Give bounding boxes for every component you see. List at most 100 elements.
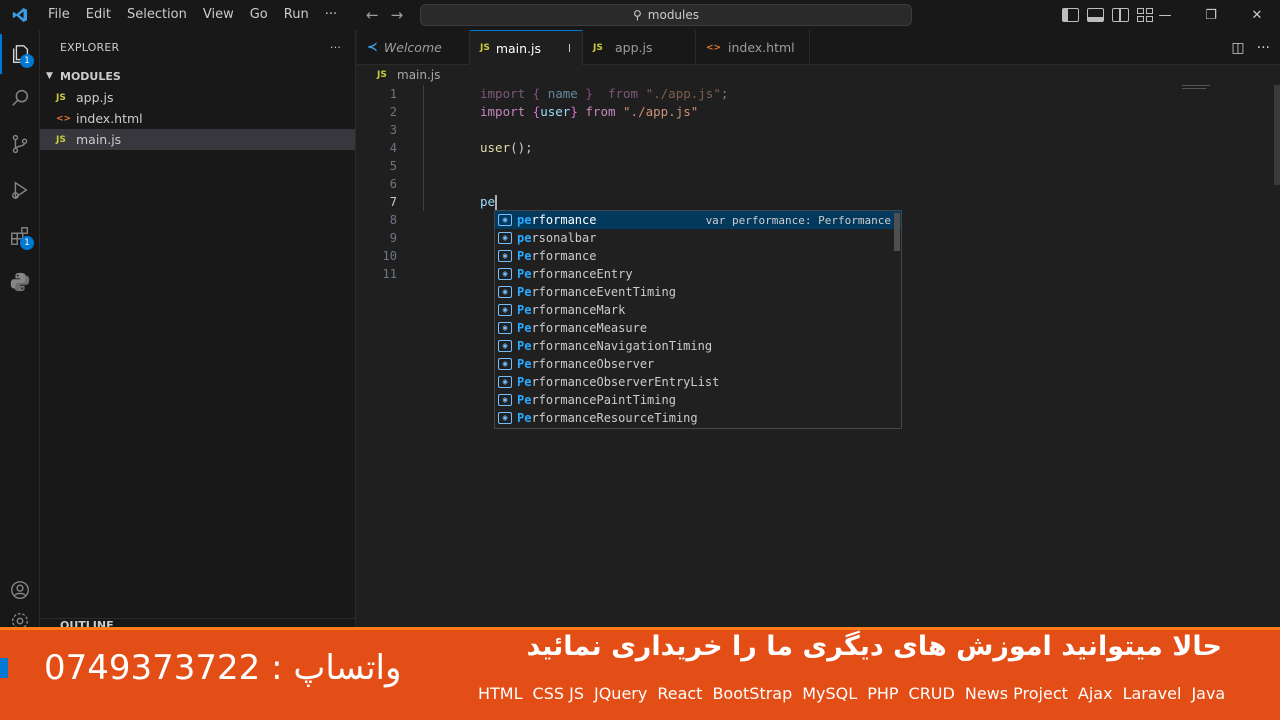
- suggest-match: Pe: [517, 249, 532, 263]
- menu-selection[interactable]: Selection: [119, 0, 195, 30]
- menu-go[interactable]: Go: [242, 0, 276, 30]
- suggest-item[interactable]: ◉ Pe rformanceMark: [495, 301, 901, 319]
- explorer-icon[interactable]: 1: [0, 34, 40, 74]
- code-line-2: import {user} from "./app.js": [480, 104, 699, 119]
- suggest-item[interactable]: ◉ Pe rformanceObserverEntryList: [495, 373, 901, 391]
- suggest-item[interactable]: ◉ Pe rformance: [495, 247, 901, 265]
- line-number: 4: [389, 141, 397, 155]
- code-line-1: import { name } from "./app.js";: [480, 86, 729, 101]
- indent-guide: [423, 85, 424, 211]
- minimap[interactable]: [1182, 85, 1212, 93]
- tech-list: HTML CSS JS JQuery React BootStrap MySQL PHP CR…: [478, 684, 1225, 703]
- back-arrow-icon[interactable]: ←: [366, 6, 379, 24]
- unsaved-dot-icon[interactable]: [569, 44, 570, 52]
- folder-section-modules[interactable]: ▼ MODULES: [40, 65, 355, 87]
- js-file-icon: JS: [480, 43, 490, 53]
- suggest-match: Pe: [517, 303, 532, 317]
- menu-more[interactable]: ···: [317, 0, 345, 30]
- source-control-icon[interactable]: [0, 124, 40, 164]
- menu-edit[interactable]: Edit: [78, 0, 119, 30]
- toggle-sidebar-icon[interactable]: [1062, 8, 1079, 22]
- toggle-secondary-sidebar-icon[interactable]: [1112, 8, 1129, 22]
- autocomplete-suggest-widget[interactable]: ◉ pe rformance var performance: Performance…: [494, 210, 902, 429]
- variable-symbol-icon: ◉: [498, 340, 512, 352]
- html-file-icon: <>: [56, 113, 72, 124]
- line-number: 6: [389, 177, 397, 191]
- suggest-item[interactable]: ◉ Pe rformanceEventTiming: [495, 283, 901, 301]
- tab-index-html[interactable]: <> index.html: [696, 30, 810, 65]
- suggest-match: Pe: [517, 285, 532, 299]
- tech-item: PHP: [867, 684, 899, 703]
- toggle-panel-icon[interactable]: [1087, 8, 1104, 22]
- suggest-match: pe: [517, 213, 532, 227]
- file-item-app-js[interactable]: JS app.js: [40, 87, 355, 108]
- menu-run[interactable]: Run: [276, 0, 317, 30]
- suggest-label: rformanceEntry: [531, 267, 633, 281]
- restore-button[interactable]: ❐: [1188, 8, 1234, 23]
- vscode-logo-icon: [0, 0, 40, 30]
- suggest-item[interactable]: ◉ Pe rformanceEntry: [495, 265, 901, 283]
- suggest-item[interactable]: ◉ Pe rformanceMeasure: [495, 319, 901, 337]
- tab-label: Welcome: [383, 40, 442, 55]
- suggest-label: rformancePaintTiming: [531, 393, 676, 407]
- command-center-search[interactable]: ⚲ modules: [420, 4, 912, 26]
- explorer-header: EXPLORER ···: [40, 30, 355, 65]
- extensions-icon[interactable]: 1: [0, 216, 40, 256]
- variable-symbol-icon: ◉: [498, 394, 512, 406]
- suggest-item[interactable]: ◉ Pe rformanceNavigationTiming: [495, 337, 901, 355]
- remote-status-indicator[interactable]: [0, 658, 8, 678]
- js-file-icon: JS: [56, 134, 66, 145]
- suggest-label: rformanceObserver: [531, 357, 655, 371]
- suggest-match: Pe: [517, 411, 532, 425]
- scrollbar-thumb[interactable]: [1274, 85, 1280, 185]
- tab-welcome[interactable]: ≺ Welcome: [357, 30, 470, 65]
- breadcrumb-file[interactable]: main.js: [397, 68, 440, 82]
- forward-arrow-icon[interactable]: →: [391, 6, 404, 24]
- line-number: 9: [389, 231, 397, 245]
- split-editor-icon[interactable]: ◫: [1231, 40, 1244, 56]
- tech-item: JQuery: [593, 684, 648, 703]
- tech-item: React: [657, 684, 703, 703]
- search-view-icon[interactable]: [0, 78, 40, 118]
- editor-more-actions-icon[interactable]: ···: [1257, 40, 1270, 56]
- accounts-icon[interactable]: [0, 570, 40, 610]
- js-file-icon: JS: [593, 42, 603, 53]
- tab-app-js[interactable]: JS app.js: [583, 30, 696, 65]
- line-number: 3: [389, 123, 397, 137]
- variable-symbol-icon: ◉: [498, 412, 512, 424]
- suggest-scrollbar-thumb[interactable]: [894, 213, 900, 251]
- line-number: 7: [389, 195, 397, 209]
- suggest-item[interactable]: ◉ Pe rformanceObserver: [495, 355, 901, 373]
- variable-symbol-icon: ◉: [498, 304, 512, 316]
- code-line-4: user();: [480, 140, 533, 155]
- menu-view[interactable]: View: [195, 0, 242, 30]
- variable-symbol-icon: ◉: [498, 232, 512, 244]
- minimize-button[interactable]: —: [1142, 8, 1188, 23]
- suggest-item[interactable]: ◉ Pe rformanceResourceTiming: [495, 409, 901, 427]
- tab-label: app.js: [615, 40, 653, 55]
- file-item-index-html[interactable]: <> index.html: [40, 108, 355, 129]
- variable-symbol-icon: ◉: [498, 286, 512, 298]
- tech-item: MySQL: [802, 684, 858, 703]
- js-file-icon: JS: [56, 92, 66, 103]
- close-button[interactable]: ✕: [1234, 8, 1280, 23]
- explorer-more-actions-icon[interactable]: ···: [330, 41, 341, 54]
- run-debug-icon[interactable]: [0, 170, 40, 210]
- variable-symbol-icon: ◉: [498, 322, 512, 334]
- line-number: 11: [382, 267, 397, 281]
- editor-scrollbar[interactable]: [1274, 85, 1280, 630]
- title-bar: File Edit Selection View Go Run ··· ← → …: [0, 0, 1280, 30]
- activity-bar: 1 1: [0, 30, 40, 630]
- tech-item: Java: [1191, 684, 1226, 703]
- tab-main-js[interactable]: JS main.js: [470, 30, 583, 65]
- python-icon[interactable]: [0, 262, 40, 302]
- menu-file[interactable]: File: [40, 0, 78, 30]
- suggest-item[interactable]: ◉ Pe rformancePaintTiming: [495, 391, 901, 409]
- file-label: index.html: [76, 111, 143, 126]
- line-number: 1: [389, 87, 397, 101]
- suggest-item[interactable]: ◉ pe rformance var performance: Performance: [495, 211, 901, 229]
- file-label: main.js: [76, 132, 122, 147]
- file-item-main-js[interactable]: JS main.js: [40, 129, 355, 150]
- variable-symbol-icon: ◉: [498, 376, 512, 388]
- suggest-item[interactable]: ◉ pe rsonalbar: [495, 229, 901, 247]
